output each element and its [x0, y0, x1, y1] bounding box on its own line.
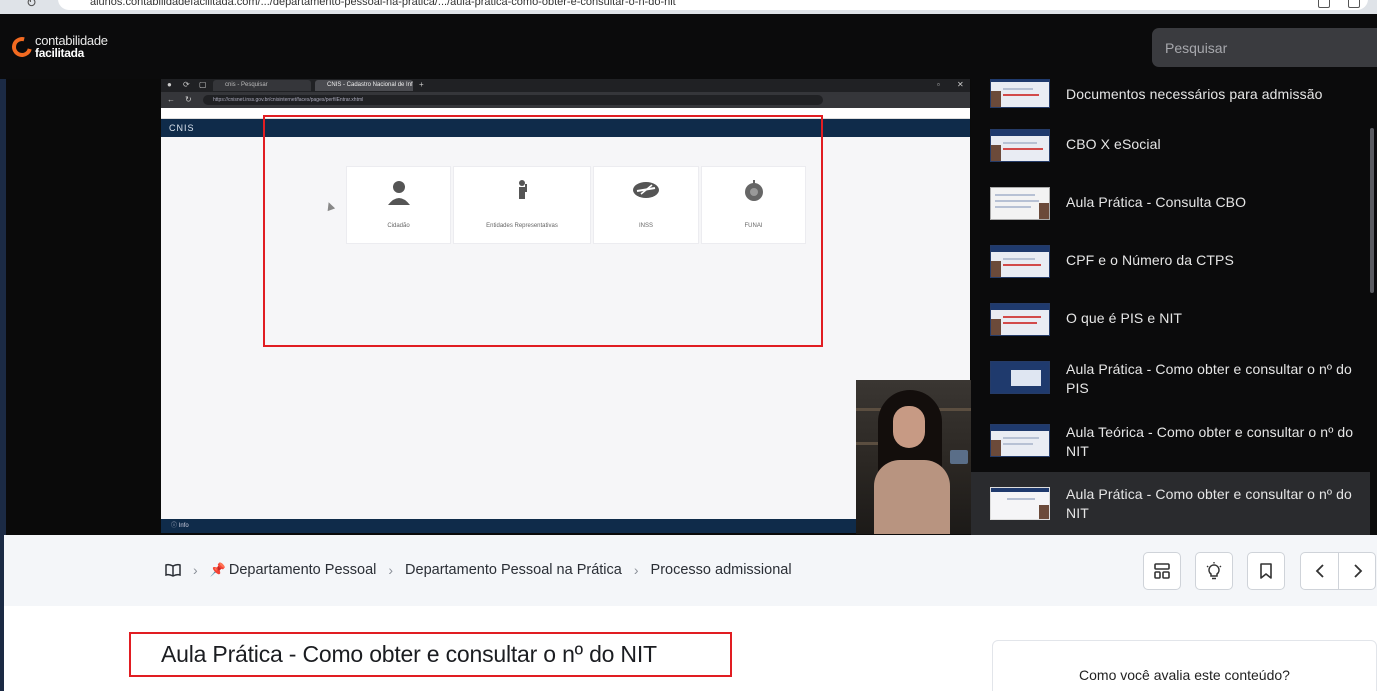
- lesson-thumbnail: [990, 303, 1050, 336]
- browser-url-strip: ↻ alunos.contabilidadefacilitada.com/...…: [0, 0, 1377, 14]
- sidebar-icon[interactable]: [1348, 0, 1360, 8]
- chevron-right-icon: ›: [633, 562, 639, 578]
- lesson-nav: [1300, 552, 1376, 590]
- bookmark-button[interactable]: [1247, 552, 1285, 590]
- address-url[interactable]: alunos.contabilidadefacilitada.com/.../d…: [90, 0, 1270, 8]
- chevron-right-icon: ›: [193, 562, 198, 578]
- highlight-box-video: [263, 115, 823, 347]
- bookmark-icon: [1260, 563, 1272, 579]
- pin-icon: 📌: [209, 562, 226, 577]
- playlist-item-title: CPF e o Número da CTPS: [1066, 252, 1234, 268]
- recorded-tab-1: cnis - Pesquisar: [213, 80, 311, 91]
- playlist-item[interactable]: CPF e o Número da CTPS: [971, 235, 1370, 293]
- recorded-profile-icon: ●: [167, 80, 172, 89]
- tips-button[interactable]: [1195, 552, 1233, 590]
- logo[interactable]: contabilidade facilitada: [8, 33, 108, 61]
- layout-button[interactable]: [1143, 552, 1181, 590]
- playlist-item[interactable]: Aula Prática - Como obter e consultar o …: [971, 351, 1370, 409]
- presenter-face: [893, 406, 925, 448]
- breadcrumb-item-module[interactable]: Processo admissional: [651, 562, 792, 578]
- page-title: Aula Prática - Como obter e consultar o …: [161, 641, 657, 667]
- presenter-webcam: [856, 380, 971, 534]
- lesson-thumbnail: [990, 487, 1050, 520]
- lesson-nav-divider: [1338, 553, 1339, 589]
- recorded-tabs-icon: ▢: [199, 80, 207, 89]
- recorded-reload-icon: ↻: [185, 95, 192, 104]
- playlist-item[interactable]: O que é PIS e NIT: [971, 293, 1370, 351]
- reload-icon[interactable]: ↻: [26, 0, 37, 11]
- book-icon[interactable]: [165, 563, 181, 577]
- video-left-edge: [0, 79, 6, 535]
- lesson-thumbnail: [990, 424, 1050, 457]
- presenter-body: [874, 460, 950, 534]
- recorded-back-icon: ←: [167, 95, 175, 104]
- rating-card: Como você avalia este conteúdo?: [992, 640, 1377, 691]
- search-input[interactable]: [1152, 28, 1377, 67]
- playlist-item-title: Aula Prática - Como obter e consultar o …: [1066, 486, 1352, 521]
- layout-icon: [1154, 563, 1170, 579]
- playlist-item-active[interactable]: Aula Prática - Como obter e consultar o …: [971, 472, 1370, 535]
- recorded-address-bar: ← ↻ https://cnisnet.inss.gov.br/cnisinte…: [161, 92, 970, 108]
- recorded-history-icon: ⟳: [183, 80, 190, 89]
- recorded-maximize-icon: ▫: [937, 80, 940, 89]
- recorded-close-icon: ✕: [957, 80, 964, 89]
- recorded-url: https://cnisnet.inss.gov.br/cnisinternet…: [203, 95, 823, 105]
- playlist-item[interactable]: Aula Teórica - Como obter e consultar o …: [971, 414, 1370, 472]
- lesson-thumbnail: [990, 129, 1050, 162]
- site-header: contabilidade facilitada: [0, 14, 1377, 79]
- logo-text-line2: facilitada: [35, 46, 85, 60]
- playlist-item-title: Aula Prática - Como obter e consultar o …: [1066, 361, 1352, 396]
- playlist-item[interactable]: CBO X eSocial: [971, 119, 1370, 177]
- lesson-thumbnail: [990, 187, 1050, 220]
- info-icon: ⓘ: [171, 523, 179, 529]
- playlist-item-title: Aula Teórica - Como obter e consultar o …: [1066, 424, 1354, 459]
- lesson-thumbnail: [990, 245, 1050, 278]
- lightbulb-icon: [1206, 562, 1222, 580]
- playlist-item[interactable]: Documentos necessários para admissão: [971, 79, 1370, 123]
- breadcrumb: › 📌 Departamento Pessoal › Departamento …: [165, 562, 792, 578]
- lesson-playlist: Documentos necessários para admissão CBO…: [971, 79, 1377, 535]
- lesson-thumbnail: [990, 361, 1050, 394]
- chevron-right-icon: ›: [388, 562, 394, 578]
- playlist-scrollbar[interactable]: [1370, 128, 1374, 293]
- logo-mark-icon: [8, 33, 36, 61]
- recorded-footer: ⓘ Info: [161, 519, 970, 533]
- chevron-left-icon[interactable]: [1313, 563, 1327, 579]
- playlist-item-title: O que é PIS e NIT: [1066, 310, 1183, 326]
- playlist-item[interactable]: Aula Prática - Consulta CBO: [971, 177, 1370, 235]
- breadcrumb-item-departamento-pessoal[interactable]: Departamento Pessoal: [229, 562, 377, 578]
- recorded-tab-2: CNIS - Cadastro Nacional de Inf...: [315, 80, 413, 91]
- monitor-icon: [950, 450, 968, 464]
- rating-question: Como você avalia este conteúdo?: [1079, 667, 1290, 683]
- recorded-footer-label: Info: [178, 523, 189, 529]
- recorded-cnis-logo: CNIS: [169, 123, 195, 133]
- playlist-item-title: Aula Prática - Consulta CBO: [1066, 194, 1247, 210]
- recorded-browser-tabbar: ● ⟳ ▢ cnis - Pesquisar CNIS - Cadastro N…: [161, 79, 970, 92]
- playlist-item-title: Documentos necessários para admissão: [1066, 86, 1323, 102]
- recorded-new-tab-icon: +: [419, 80, 424, 89]
- lesson-thumbnail: [990, 79, 1050, 108]
- breadcrumb-item-course[interactable]: Departamento Pessoal na Prática: [405, 562, 622, 578]
- chevron-right-icon[interactable]: [1351, 563, 1365, 579]
- playlist-item-title: CBO X eSocial: [1066, 136, 1161, 152]
- extension-icon[interactable]: [1318, 0, 1330, 8]
